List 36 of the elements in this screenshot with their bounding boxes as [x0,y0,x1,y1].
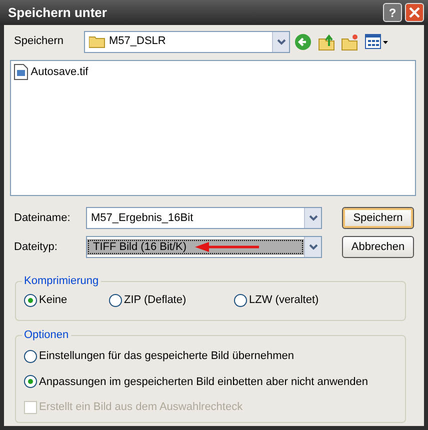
radio-label: Keine [39,293,68,308]
radio-button[interactable] [24,294,37,307]
cancel-button[interactable]: Abbrechen [342,236,414,258]
radio-label: LZW (veraltet) [249,293,319,308]
location-label: Speichern [14,34,65,50]
window-title: Speichern unter [7,4,108,22]
file-item[interactable]: Autosave.tif [30,64,88,80]
filename-field[interactable]: M57_Ergebnis_16Bit [86,207,322,229]
new-folder-icon[interactable] [341,32,359,50]
arrow-icon [194,242,261,252]
radio-button[interactable] [24,375,37,388]
checkbox-label: Erstellt ein Bild aus dem Auswahlrechteck [39,400,243,415]
image-file-icon [14,64,28,80]
radio-button[interactable] [109,294,122,307]
filetype-value: TIFF Bild (16 Bit/K) [92,240,188,255]
filetype-label: Dateityp: [14,240,58,255]
radio-label: Anpassungen im gespeicherten Bild einbetten aber nicht anwenden [39,374,368,390]
close-button[interactable] [405,3,424,22]
caret-icon [308,244,318,250]
radio-label: Einstellungen für das gespeicherte Bild übernehmen [39,349,294,364]
radio-label: ZIP (Deflate) [124,293,186,308]
close-icon [409,7,420,18]
radio-button[interactable] [24,350,37,363]
radio-button[interactable] [234,294,247,307]
help-button[interactable]: ? [383,3,402,22]
folder-up-icon[interactable] [318,32,336,50]
caret-icon [308,215,318,221]
view-menu-icon[interactable] [364,34,388,50]
filename-label: Dateiname: [14,210,72,226]
save-button[interactable]: Speichern [342,207,414,229]
filetype-dropdown[interactable]: TIFF Bild (16 Bit/K) [86,236,322,258]
location-dropdown[interactable]: M57_DSLR [84,30,290,52]
group-title: Komprimierung [22,274,101,288]
caret-icon [276,38,286,44]
group-title: Optionen [22,328,71,342]
folder-icon [89,35,105,48]
